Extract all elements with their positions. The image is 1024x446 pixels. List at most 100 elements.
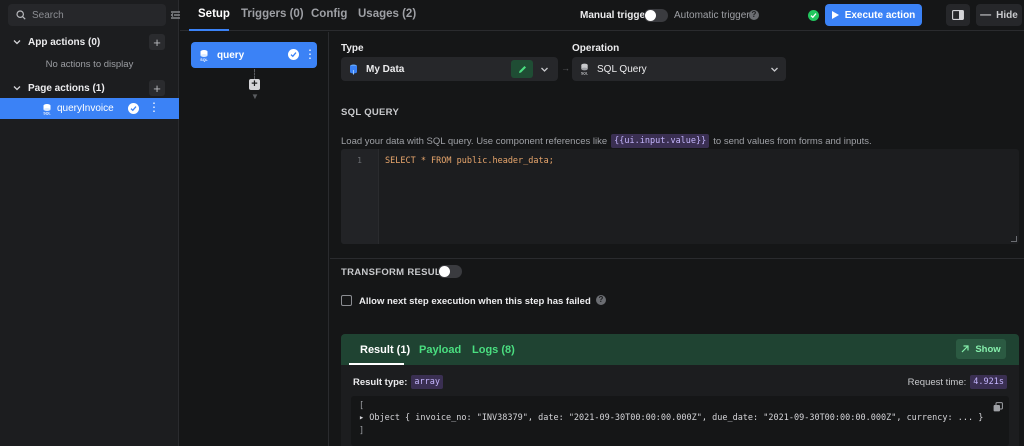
allow-next-step-label: Allow next step execution when this step…: [359, 296, 591, 307]
more-options-icon[interactable]: ⋮: [148, 101, 160, 113]
plus-icon: +: [153, 34, 161, 50]
toggle-knob: [645, 10, 656, 21]
allow-next-step-checkbox[interactable]: [341, 295, 352, 306]
result-type: Result type: array: [353, 375, 443, 389]
toggle-panel-button[interactable]: [946, 4, 970, 26]
plus-icon: +: [153, 80, 161, 96]
manual-trigger-label: Manual trigger: [580, 10, 649, 21]
success-status-icon: [808, 10, 819, 21]
sidebar-item-queryinvoice[interactable]: SQL queryInvoice ⋮: [0, 98, 179, 119]
sql-icon: SQL: [581, 63, 588, 76]
active-result-tab-indicator: [349, 363, 404, 365]
chevron-down-icon: [541, 67, 548, 72]
pencil-icon: [518, 65, 526, 73]
app-actions-label: App actions (0): [28, 36, 101, 48]
search-box[interactable]: [8, 4, 166, 26]
step-label: query: [217, 49, 245, 61]
svg-text:SQL: SQL: [581, 72, 588, 76]
add-app-action-button[interactable]: +: [149, 34, 165, 50]
execute-action-button[interactable]: Execute action: [825, 4, 922, 26]
more-options-icon[interactable]: ⋮: [304, 48, 316, 60]
automatic-trigger-label: Automatic trigger: [674, 10, 750, 21]
app-actions-empty-message: No actions to display: [45, 59, 134, 70]
operation-label: Operation: [572, 43, 620, 54]
tab-payload[interactable]: Payload: [419, 344, 461, 356]
svg-text:SQL: SQL: [43, 111, 51, 115]
app-actions-section[interactable]: App actions (0) +: [0, 32, 179, 52]
tab-triggers[interactable]: Triggers (0): [241, 8, 304, 20]
chevron-down-icon: [13, 86, 21, 91]
section-divider: [330, 258, 1024, 259]
hide-button[interactable]: — Hide: [976, 4, 1022, 26]
execute-action-label: Execute action: [844, 9, 916, 21]
result-type-badge: array: [411, 375, 443, 389]
sql-editor[interactable]: 1 SELECT * FROM public.header_data;: [341, 149, 1019, 244]
operation-select[interactable]: SQL SQL Query: [572, 57, 786, 81]
tab-config[interactable]: Config: [311, 8, 347, 20]
copy-icon[interactable]: [993, 402, 1003, 412]
chevron-down-icon: [771, 67, 778, 72]
resize-handle[interactable]: [1011, 236, 1017, 242]
operation-value: SQL Query: [597, 63, 647, 75]
help-icon[interactable]: ?: [596, 295, 606, 305]
result-type-label: Result type:: [353, 376, 408, 388]
search-icon: [16, 10, 26, 20]
tab-setup[interactable]: Setup: [198, 8, 230, 20]
step-card-query[interactable]: SQL query ⋮: [191, 42, 317, 68]
results-tabs: Result (1) Payload Logs (8) Show: [341, 334, 1019, 365]
tab-logs[interactable]: Logs (8): [472, 344, 515, 356]
help-icon[interactable]: ?: [749, 10, 759, 20]
check-circle-icon: [128, 103, 139, 114]
search-input[interactable]: [32, 9, 152, 21]
sql-icon: SQL: [200, 49, 208, 62]
page-actions-label: Page actions (1): [28, 82, 105, 94]
edit-datasource-button[interactable]: [511, 60, 533, 78]
svg-text:SQL: SQL: [200, 58, 208, 62]
request-time: Request time: 4.921s: [908, 375, 1007, 389]
tab-usages[interactable]: Usages (2): [358, 8, 416, 20]
json-open-bracket: [: [359, 401, 365, 411]
line-gutter: 1: [341, 149, 379, 244]
minus-icon: —: [980, 9, 992, 21]
page-actions-section[interactable]: Page actions (1) +: [0, 78, 179, 98]
show-label: Show: [975, 343, 1001, 355]
request-time-badge: 4.921s: [970, 375, 1007, 389]
tab-result[interactable]: Result (1): [360, 344, 410, 356]
json-object-row[interactable]: ▸ Object { invoice_no: "INV38379", date:…: [359, 413, 983, 423]
description-suffix: to send values from forms and inputs.: [713, 135, 872, 147]
transform-result-label: TRANSFORM RESULT: [341, 267, 447, 278]
json-close-bracket: ]: [359, 426, 365, 436]
show-button[interactable]: Show: [956, 339, 1006, 359]
sql-icon: SQL: [43, 103, 51, 115]
app-root: App actions (0) + No actions to display …: [0, 0, 1024, 446]
line-number: 1: [357, 156, 362, 165]
sql-code[interactable]: SELECT * FROM public.header_data;: [385, 156, 554, 166]
description-prefix: Load your data with SQL query. Use compo…: [341, 135, 608, 147]
type-select[interactable]: My Data: [341, 57, 558, 81]
actions-sidebar: App actions (0) + No actions to display …: [0, 0, 179, 446]
panel-icon: [952, 10, 964, 20]
add-page-action-button[interactable]: +: [149, 80, 165, 96]
database-icon: [350, 64, 357, 74]
active-tab-indicator: [189, 29, 229, 31]
add-step-button[interactable]: +: [249, 79, 260, 90]
arrow-up-right-icon: [961, 345, 969, 353]
type-value: My Data: [366, 63, 405, 75]
component-reference-chip: {{ui.input.value}}: [611, 134, 710, 148]
chevron-down-icon: [13, 40, 21, 45]
step-config-panel: Type My Data → Operation SQL SQL Query S…: [330, 32, 1024, 446]
sql-query-heading: SQL QUERY: [341, 107, 400, 118]
check-circle-icon: [288, 49, 299, 60]
arrow-right-icon: →: [561, 63, 570, 73]
type-label: Type: [341, 43, 364, 54]
result-json-viewer: [ ▸ Object { invoice_no: "INV38379", dat…: [351, 396, 1009, 446]
toggle-knob: [439, 266, 450, 277]
results-panel: Result (1) Payload Logs (8) Show Result …: [341, 334, 1019, 446]
top-bar: Setup Triggers (0) Config Usages (2) Man…: [180, 0, 1024, 31]
transform-result-toggle[interactable]: [438, 265, 462, 278]
hide-label: Hide: [996, 9, 1018, 21]
sidebar-item-label: queryInvoice: [57, 103, 114, 114]
steps-column: SQL query ⋮ + ▼: [180, 32, 329, 446]
trigger-mode-toggle[interactable]: [644, 9, 668, 22]
arrow-down-icon: ▼: [251, 92, 259, 101]
